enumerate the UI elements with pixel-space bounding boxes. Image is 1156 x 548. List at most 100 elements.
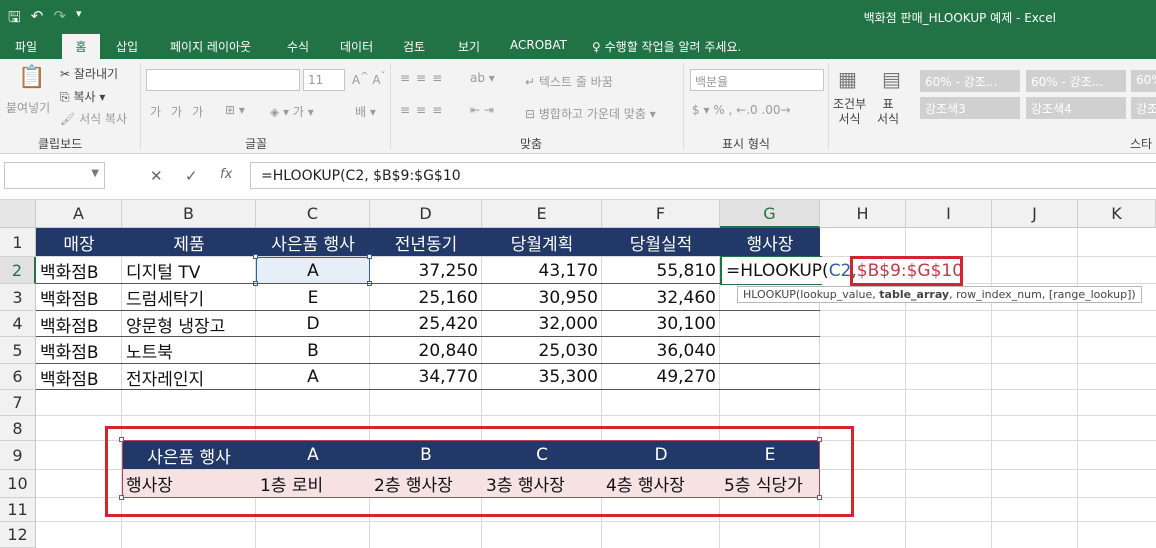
- tab-page-layout[interactable]: 페이지 레이아웃: [170, 38, 251, 55]
- format-painter-button[interactable]: 🖌 서식 복사: [60, 110, 127, 127]
- customize-qat-icon[interactable]: ▾: [76, 7, 82, 32]
- bold-italic-underline-buttons[interactable]: 가가가: [150, 103, 213, 120]
- col-header-h[interactable]: H: [820, 200, 906, 228]
- tab-data[interactable]: 데이터: [340, 38, 373, 55]
- table-cell[interactable]: 35,300: [482, 364, 602, 390]
- table-cell[interactable]: 디지털 TV: [122, 257, 256, 284]
- cell-style-accent5[interactable]: 강조: [1131, 97, 1156, 119]
- number-format-select[interactable]: 백분율: [690, 69, 824, 91]
- table-cell[interactable]: B: [256, 337, 370, 364]
- table-cell[interactable]: 20,840: [370, 337, 482, 364]
- col-header-c[interactable]: C: [256, 200, 370, 228]
- table-cell[interactable]: 43,170: [482, 257, 602, 284]
- horizontal-align-buttons[interactable]: ≡≡≡: [400, 103, 448, 117]
- redo-icon[interactable]: ↷: [53, 7, 66, 32]
- cell-style-accent3[interactable]: 강조색3: [920, 97, 1020, 119]
- header-cell-monthly-actual[interactable]: 당월실적: [602, 228, 720, 256]
- format-as-table-button[interactable]: 표 서식: [877, 97, 899, 127]
- table-cell[interactable]: 36,040: [602, 337, 720, 364]
- conditional-format-button[interactable]: 조건부 서식: [833, 97, 866, 127]
- table-cell[interactable]: 30,950: [482, 284, 602, 311]
- table-cell[interactable]: 30,100: [602, 311, 720, 337]
- table-cell[interactable]: 백화점B: [36, 364, 122, 390]
- row-header-10[interactable]: 10: [0, 470, 36, 498]
- wrap-text-button[interactable]: ↵ 텍스트 줄 바꿈: [525, 73, 613, 90]
- table-cell[interactable]: 백화점B: [36, 257, 122, 284]
- table-cell[interactable]: 드럼세탁기: [122, 284, 256, 311]
- col-header-f[interactable]: F: [602, 200, 720, 228]
- row-header-12[interactable]: 12: [0, 522, 36, 548]
- tab-home[interactable]: 홈: [62, 34, 100, 59]
- undo-icon[interactable]: ↶: [31, 7, 44, 32]
- col-header-i[interactable]: I: [906, 200, 992, 228]
- font-size-select[interactable]: 11: [303, 69, 345, 91]
- cell-style-accent-60-2[interactable]: 60% - 강조...: [1026, 70, 1126, 92]
- header-cell-venue[interactable]: 행사장: [720, 228, 820, 256]
- table-cell[interactable]: A: [256, 257, 370, 284]
- formula-input[interactable]: =HLOOKUP(C2, $B$9:$G$10: [250, 162, 1156, 189]
- table-cell[interactable]: 25,030: [482, 337, 602, 364]
- tab-view[interactable]: 보기: [458, 38, 480, 55]
- header-cell-gift-event[interactable]: 사은품 행사: [256, 228, 370, 256]
- col-header-k[interactable]: K: [1078, 200, 1156, 228]
- row-header-3[interactable]: 3: [0, 284, 36, 311]
- header-cell-prev-year[interactable]: 전년동기: [370, 228, 482, 256]
- table-cell[interactable]: 32,460: [602, 284, 720, 311]
- font-grow-shrink[interactable]: A^ Aˇ: [352, 71, 386, 87]
- font-name-select[interactable]: [146, 69, 300, 91]
- row-header-4[interactable]: 4: [0, 311, 36, 337]
- row-header-11[interactable]: 11: [0, 498, 36, 522]
- insert-function-icon[interactable]: fx: [220, 167, 232, 182]
- orientation-button[interactable]: ab ▾: [470, 71, 495, 85]
- tab-insert[interactable]: 삽입: [116, 38, 138, 55]
- table-cell[interactable]: 49,270: [602, 364, 720, 390]
- col-header-a[interactable]: A: [36, 200, 122, 228]
- col-header-d[interactable]: D: [370, 200, 482, 228]
- paste-button[interactable]: 붙여넣기: [6, 99, 50, 116]
- tab-acrobat[interactable]: ACROBAT: [510, 38, 567, 52]
- tell-me-search[interactable]: ♀ 수행할 작업을 알려 주세요.: [592, 38, 741, 55]
- table-cell[interactable]: 양문형 냉장고: [122, 311, 256, 337]
- table-cell[interactable]: D: [256, 311, 370, 337]
- table-cell[interactable]: 34,770: [370, 364, 482, 390]
- vertical-align-buttons[interactable]: ≡≡≡: [400, 71, 448, 85]
- cell-style-accent-60-3[interactable]: 60%: [1131, 70, 1156, 92]
- tab-formulas[interactable]: 수식: [287, 38, 309, 55]
- phonetic-button[interactable]: 배 ▾: [355, 103, 376, 120]
- row-header-5[interactable]: 5: [0, 337, 36, 364]
- cancel-icon[interactable]: ✕: [150, 167, 163, 185]
- table-cell[interactable]: 32,000: [482, 311, 602, 337]
- row-header-6[interactable]: 6: [0, 364, 36, 390]
- cell-style-accent4[interactable]: 강조색4: [1026, 97, 1126, 119]
- tab-review[interactable]: 검토: [403, 38, 425, 55]
- name-box[interactable]: ▼: [4, 162, 105, 189]
- table-cell[interactable]: 37,250: [370, 257, 482, 284]
- table-cell[interactable]: A: [256, 364, 370, 390]
- select-all-corner[interactable]: [0, 200, 36, 228]
- number-format-buttons[interactable]: $ ▾ % , ←.0 .00→: [692, 103, 791, 117]
- col-header-e[interactable]: E: [482, 200, 602, 228]
- header-cell-store[interactable]: 매장: [36, 228, 122, 256]
- col-header-b[interactable]: B: [122, 200, 256, 228]
- col-header-j[interactable]: J: [992, 200, 1078, 228]
- table-cell[interactable]: 전자레인지: [122, 364, 256, 390]
- table-cell[interactable]: 백화점B: [36, 311, 122, 337]
- header-cell-product[interactable]: 제품: [122, 228, 256, 256]
- row-header-7[interactable]: 7: [0, 390, 36, 416]
- row-header-9[interactable]: 9: [0, 441, 36, 470]
- fill-color-button[interactable]: ◈ ▾ 가 ▾: [270, 103, 314, 120]
- merge-center-button[interactable]: ⊟ 병합하고 가운데 맞춤 ▾: [525, 105, 656, 122]
- row-header-2[interactable]: 2: [0, 257, 36, 284]
- table-cell[interactable]: 25,160: [370, 284, 482, 311]
- paste-icon[interactable]: 📋: [18, 65, 45, 90]
- save-icon[interactable]: 🖫: [8, 7, 21, 32]
- table-cell[interactable]: 백화점B: [36, 284, 122, 311]
- enter-icon[interactable]: ✓: [185, 167, 198, 185]
- cell-style-accent-60-1[interactable]: 60% - 강조...: [920, 70, 1020, 92]
- tab-file[interactable]: 파일: [15, 38, 37, 55]
- border-button[interactable]: ⊞ ▾: [225, 103, 245, 117]
- table-cell[interactable]: 25,420: [370, 311, 482, 337]
- indent-buttons[interactable]: ⇤ ⇥: [470, 103, 494, 117]
- table-cell[interactable]: E: [256, 284, 370, 311]
- table-cell[interactable]: 노트북: [122, 337, 256, 364]
